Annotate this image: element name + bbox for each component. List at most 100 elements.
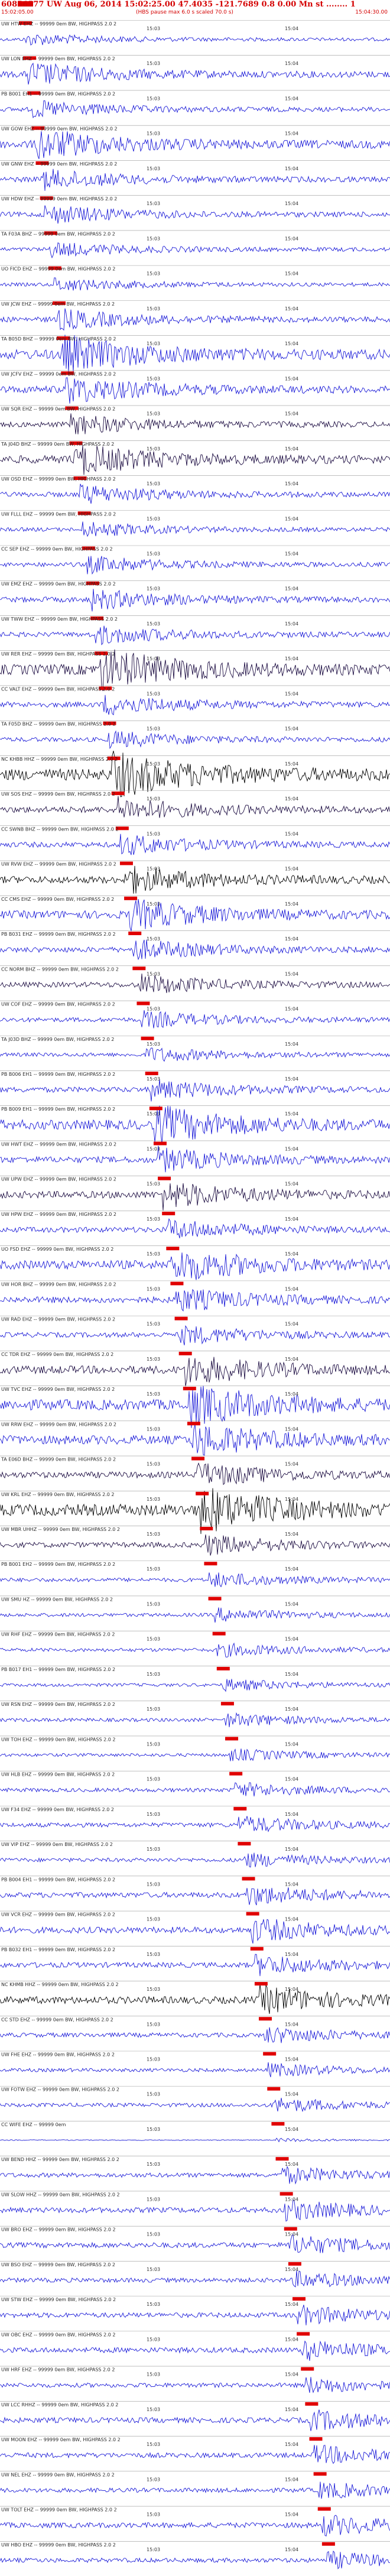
waveform-trace (0, 1852, 390, 1868)
time-tick-label: 15:04 (285, 2547, 298, 2552)
phase-pick-marker (162, 1211, 176, 1215)
time-tick-label: 15:03 (147, 1741, 160, 1747)
station-trace-row: PB B001 EH1 -- 99999 0em BW, HIGHPASS 2.… (0, 90, 390, 119)
waveform-trace (0, 2098, 390, 2113)
phase-pick-marker (153, 1141, 167, 1146)
time-tick-label: 15:03 (147, 1216, 160, 1222)
station-trace-row: UW OSD EHZ -- 99999 0em BW, HIGHPASS 2.0… (0, 475, 390, 504)
waveform-trace (0, 1462, 390, 1485)
station-label: UW SMU HZ -- 99999 0em BW, HIGHPASS 2.0 … (1, 1597, 113, 1602)
time-tick-label: 15:04 (285, 971, 298, 976)
time-tick-label: 15:03 (147, 1426, 160, 1432)
phase-pick-marker (204, 1562, 217, 1566)
station-label: UW NEL EHZ -- 99999 0em BW, HIGHPASS 2.0… (1, 2472, 115, 2477)
station-trace-row: UW BSO EHZ -- 99999 0em BW, HIGHPASS 2.0… (0, 2261, 390, 2288)
station-label: UW FHE EHZ -- 99999 0em BW, HIGHPASS 2.0… (1, 2052, 115, 2058)
time-tick-label: 15:03 (147, 2232, 160, 2237)
phase-pick-marker (225, 1737, 239, 1741)
station-trace-row: TA J04D BHZ -- 99999 0em BW, HIGHPASS 2.… (0, 440, 390, 475)
time-tick-label: 15:04 (285, 656, 298, 661)
waveform-trace (0, 1010, 390, 1029)
waveform-trace (0, 1047, 390, 1062)
time-tick-label: 15:03 (147, 2337, 160, 2342)
station-label: UW HOR BHZ -- 99999 0em BW, HIGHPASS 2.0… (1, 1281, 116, 1287)
phase-pick-marker (321, 2542, 335, 2546)
station-trace-row: CC WIFE EHZ -- 99999 0em 15:03 15:04 (0, 2121, 390, 2143)
station-trace-row: UO FICD EHZ -- 99999 0em BW, HIGHPASS 2.… (0, 265, 390, 291)
waveform-trace (0, 2515, 390, 2537)
time-tick-label: 15:04 (285, 1566, 298, 1572)
time-tick-label: 15:03 (147, 2022, 160, 2027)
station-trace-row: TA J03D BHZ -- 99999 0em BW, HIGHPASS 2.… (0, 1035, 390, 1062)
station-trace-row: CC STD EHZ -- 99999 0em BW, HIGHPASS 2.0… (0, 2016, 390, 2043)
phase-pick-marker (128, 932, 142, 936)
time-tick-label: 15:04 (285, 2162, 298, 2167)
station-trace-row: UW RHF EHZ -- 99999 0em BW, HIGHPASS 2.0… (0, 1630, 390, 1657)
waveform-trace (0, 796, 390, 818)
time-tick-label: 15:04 (285, 2512, 298, 2517)
station-trace-row: UW TOH EHZ -- 99999 0em BW, HIGHPASS 2.0… (0, 1735, 390, 1761)
station-label: UW HLB EHZ -- 99999 0em BW, HIGHPASS 2.0… (1, 1772, 115, 1777)
station-trace-row: UW SOS EHZ -- 99999 0em BW, HIGHPASS 2.0… (0, 790, 390, 818)
station-trace-row: TA F05D BHZ -- 99999 0em BW, HIGHPASS 2.… (0, 720, 390, 750)
station-trace-row: UW EMZ EHZ -- 99999 0em BW, HIGHPASS 2.0… (0, 580, 390, 612)
waveform-trace (0, 34, 390, 46)
station-label: PB B009 EH1 -- 99999 0em BW, HIGHPASS 2.… (1, 1107, 115, 1112)
station-trace-row: UW VCR EHZ -- 99999 0em BW, HIGHPASS 2.0… (0, 1910, 390, 1944)
time-tick-label: 15:03 (147, 1076, 160, 1082)
time-tick-label: 15:04 (285, 2127, 298, 2132)
station-label: UW RHF EHZ -- 99999 0em BW, HIGHPASS 2.0… (1, 1632, 115, 1637)
waveform-trace (0, 2137, 390, 2143)
time-tick-label: 15:03 (147, 1007, 160, 1012)
time-tick-label: 15:03 (147, 376, 160, 381)
waveform-trace (0, 308, 390, 331)
time-tick-label: 15:03 (147, 26, 160, 31)
station-trace-row: PB B004 EH1 -- 99999 0em BW, HIGHPASS 2.… (0, 1876, 390, 1906)
phase-pick-marker (216, 1666, 230, 1670)
time-tick-label: 15:04 (285, 341, 298, 346)
station-trace-row: UW RVW EHZ -- 99999 0em BW, HIGHPASS 2.0… (0, 860, 390, 894)
station-trace-row: UW HDW EHZ -- 99999 0em BW, HIGHPASS 2.0… (0, 195, 390, 224)
waveform-trace (0, 100, 390, 119)
phase-pick-marker (191, 1456, 205, 1461)
time-tick-label: 15:04 (285, 2267, 298, 2272)
station-trace-row: CC TDR EHZ -- 99999 0em BW, HIGHPASS 2.0… (0, 1351, 390, 1387)
station-trace-row: UO FSD EHZ -- 99999 0em BW, HIGHPASS 2.0… (0, 1245, 390, 1280)
seismogram-svg: UW HTW EHZ -- 99999 0em BW, HIGHPASS 2.0… (0, 20, 390, 2569)
station-label: UW TVC EHZ -- 99999 0em BW, HIGHPASS 2.0… (1, 1387, 115, 1392)
waveform-trace (0, 899, 390, 932)
station-trace-row: UW FOTW EHZ -- 99999 0em BW, HIGHPASS 2.… (0, 2085, 390, 2113)
station-label: UW VIP EHZ -- 99999 0em BW, HIGHPASS 2.0… (1, 1842, 113, 1847)
waveform-trace (0, 2340, 390, 2361)
time-tick-label: 15:04 (285, 1987, 298, 1992)
waveform-trace (0, 974, 390, 993)
waveform-trace (0, 1218, 390, 1238)
time-tick-label: 15:03 (147, 867, 160, 872)
time-tick-label: 15:04 (285, 376, 298, 381)
station-label: UW EMZ EHZ -- 99999 0em BW, HIGHPASS 2.0… (1, 582, 116, 587)
station-label: TA J04D BHZ -- 99999 0em BW, HIGHPASS 2.… (1, 442, 114, 447)
time-tick-label: 15:03 (147, 341, 160, 346)
time-tick-label: 15:03 (147, 271, 160, 277)
phase-pick-marker (178, 1351, 192, 1355)
time-tick-label: 15:04 (285, 2407, 298, 2412)
station-label: UW SQR EHZ -- 99999 0em BW, HIGHPASS 2.0… (1, 407, 115, 412)
time-tick-label: 15:03 (147, 2162, 160, 2167)
time-tick-label: 15:04 (285, 2057, 298, 2062)
waveform-trace (0, 1679, 390, 1692)
waveform-trace (0, 445, 390, 475)
station-label: UW SLOW HHZ -- 99999 0em BW, HIGHPASS 2.… (1, 2192, 120, 2197)
waveform-trace (0, 2062, 390, 2078)
time-tick-label: 15:03 (147, 96, 160, 101)
time-tick-label: 15:04 (285, 26, 298, 31)
time-tick-label: 15:03 (147, 61, 160, 66)
station-trace-row: UW HWT EHZ -- 99999 0em BW, HIGHPASS 2.0… (0, 1140, 390, 1173)
station-trace-row: PB B031 EHZ -- 99999 0em BW, HIGHPASS 2.… (0, 930, 390, 961)
station-label: CC NORM BHZ -- 99999 0em BW, HIGHPASS 2.… (1, 966, 119, 972)
time-tick-label: 15:04 (285, 1952, 298, 1957)
station-trace-row: UW GNW EHZ -- 99999 0em BW, HIGHPASS 2.0… (0, 160, 390, 191)
station-label: UW KRL EHZ -- 99999 0em BW, HIGHPASS 2.0… (1, 1492, 115, 1497)
time-tick-label: 15:04 (285, 1111, 298, 1117)
time-tick-label: 15:04 (285, 2442, 298, 2447)
station-label: CC TDR EHZ -- 99999 0em BW, HIGHPASS 2.0… (1, 1352, 113, 1357)
